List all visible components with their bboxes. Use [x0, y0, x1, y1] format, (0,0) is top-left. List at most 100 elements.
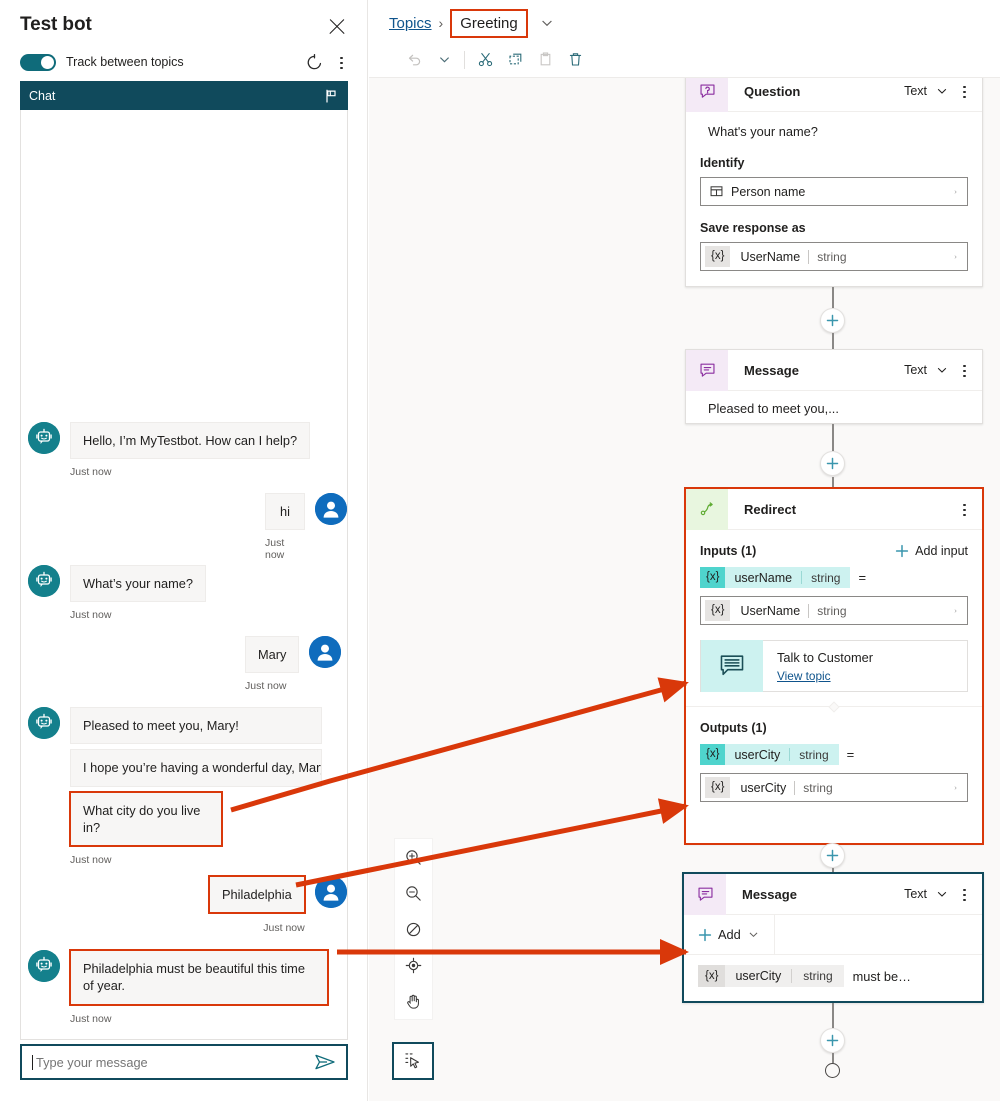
zoom-in-button[interactable]: [394, 839, 433, 875]
delete-button[interactable]: [560, 45, 590, 75]
avatar: [28, 707, 60, 739]
view-topic-link[interactable]: View topic: [777, 669, 873, 683]
chat-timestamp: Just now: [265, 537, 285, 562]
refresh-icon[interactable]: [306, 53, 323, 71]
connector-line: [832, 477, 834, 488]
pan-button[interactable]: [394, 983, 433, 1019]
fit-to-screen-button[interactable]: [394, 947, 433, 983]
chevron-down-icon[interactable]: [539, 15, 555, 31]
send-icon[interactable]: [314, 1053, 336, 1071]
plus-icon: [896, 544, 909, 558]
chevron-down-icon: [439, 57, 449, 63]
chat-bubble: Pleased to meet you, Mary!: [70, 707, 322, 745]
variable-type: string: [817, 249, 847, 264]
chat-bubble: I hope you’re having a wonderful day, Ma…: [70, 749, 322, 787]
track-between-topics-toggle[interactable]: [20, 53, 56, 71]
authoring-area: Topics › Greeting Question Text What's y…: [369, 0, 1000, 1101]
user-avatar-icon: [314, 876, 347, 908]
entity-icon: [710, 186, 723, 197]
node-title: Message: [744, 362, 799, 378]
variable-type: string: [811, 570, 841, 585]
plus-icon: [826, 457, 839, 470]
chat-message-philadelphia-row: Philadelphia Just now: [208, 874, 347, 934]
toolbar-divider: [464, 50, 465, 69]
reset-zoom-button[interactable]: [394, 911, 433, 947]
redirect-topic-card[interactable]: Talk to Customer View topic: [700, 640, 968, 692]
flag-icon[interactable]: [323, 88, 339, 104]
test-bot-header: Test bot: [20, 14, 348, 44]
section-divider: [686, 701, 982, 713]
cut-button[interactable]: [470, 45, 500, 75]
close-icon[interactable]: [326, 16, 348, 38]
chevron-right-icon[interactable]: [953, 250, 967, 264]
variable-name: UserName: [740, 603, 801, 618]
chat-timestamp: Just now: [70, 609, 112, 622]
zoom-out-button[interactable]: [394, 875, 433, 911]
variable-name: UserName: [740, 249, 801, 264]
undo-button[interactable]: [399, 45, 429, 75]
variable-name: userCity: [740, 780, 787, 795]
variable-x-badge: {x}: [700, 744, 726, 765]
message-bottom-content: {x} userCity string must be…: [684, 955, 982, 997]
message-bottom-addbar: Add: [684, 914, 982, 955]
chat-message-mary: Mary Just now: [245, 636, 342, 692]
breadcrumb-topics-link[interactable]: Topics: [389, 15, 432, 32]
message-trailing-text: must be…: [852, 968, 911, 984]
node-type-label: Text: [904, 363, 927, 377]
breadcrumb: Topics › Greeting: [389, 8, 555, 38]
add-input-button[interactable]: Add input: [895, 544, 968, 558]
more-vertical-icon[interactable]: [957, 362, 971, 379]
more-vertical-icon[interactable]: [957, 886, 971, 903]
paste-icon: [540, 52, 550, 66]
chevron-down-icon[interactable]: [935, 887, 949, 901]
message-bottom-add[interactable]: Add: [684, 914, 775, 955]
plus-icon: [698, 928, 712, 941]
chevron-right-icon[interactable]: [953, 604, 967, 618]
chevron-down-icon[interactable]: [747, 928, 760, 941]
more-vertical-icon[interactable]: [334, 54, 348, 71]
node-title: Question: [744, 83, 801, 99]
test-bot-subbar: Track between topics: [20, 50, 348, 74]
copy-button[interactable]: [500, 45, 530, 75]
node-type-label: Text: [904, 887, 927, 901]
chevron-down-icon[interactable]: [935, 84, 949, 98]
add-node-button[interactable]: [820, 1028, 845, 1053]
bot-avatar-icon: [28, 707, 60, 739]
topic-canvas[interactable]: Question Text What's your name? Identify: [369, 78, 1000, 1101]
add-node-button[interactable]: [820, 843, 845, 868]
redirect-output-value[interactable]: {x} userCity string: [700, 773, 968, 802]
add-node-button[interactable]: [820, 308, 845, 333]
connector-line: [832, 1053, 834, 1063]
redirect-input-value[interactable]: {x} UserName string: [700, 596, 968, 625]
chevron-down-icon[interactable]: [935, 363, 949, 377]
undo-icon: [408, 54, 420, 66]
node-message-bottom[interactable]: Message Text Add {x} userCity string mus…: [682, 872, 984, 1003]
node-message-top[interactable]: Message Text Pleased to meet you,...: [685, 349, 983, 424]
cut-icon: [478, 53, 492, 67]
undo-dropdown-button[interactable]: [429, 45, 459, 75]
chat-input-wrapper[interactable]: [20, 1044, 348, 1080]
more-vertical-icon[interactable]: [957, 83, 971, 100]
chat-tab[interactable]: Chat: [20, 81, 348, 110]
select-tool-button[interactable]: [392, 1042, 434, 1080]
variable-name: userName: [734, 570, 793, 585]
paste-button[interactable]: [530, 45, 560, 75]
search-input[interactable]: [34, 1053, 314, 1071]
chat-bubble: Hello, I’m MyTestbot. How can I help?: [70, 422, 311, 460]
save-response-field[interactable]: {x} UserName string: [700, 242, 968, 271]
user-avatar-icon: [315, 493, 347, 525]
node-title: Message: [742, 886, 797, 902]
chat-bubble: Mary: [245, 636, 300, 674]
node-question[interactable]: Question Text What's your name? Identify: [685, 78, 983, 287]
message-variable-token[interactable]: {x} userCity string: [698, 965, 844, 987]
chat-transcript[interactable]: Hello, I’m MyTestbot. How can I help? Ju…: [20, 110, 348, 1040]
identify-field[interactable]: Person name: [700, 177, 968, 206]
breadcrumb-separator: ›: [438, 15, 444, 31]
more-vertical-icon[interactable]: [957, 501, 971, 518]
node-header: Redirect: [686, 488, 982, 530]
zoom-in-icon: [406, 849, 421, 865]
chevron-right-icon[interactable]: [953, 781, 967, 795]
chevron-right-icon[interactable]: [953, 185, 967, 199]
node-redirect[interactable]: Redirect Inputs (1) Add input {x} userNa…: [684, 487, 984, 845]
add-node-button[interactable]: [820, 451, 845, 476]
